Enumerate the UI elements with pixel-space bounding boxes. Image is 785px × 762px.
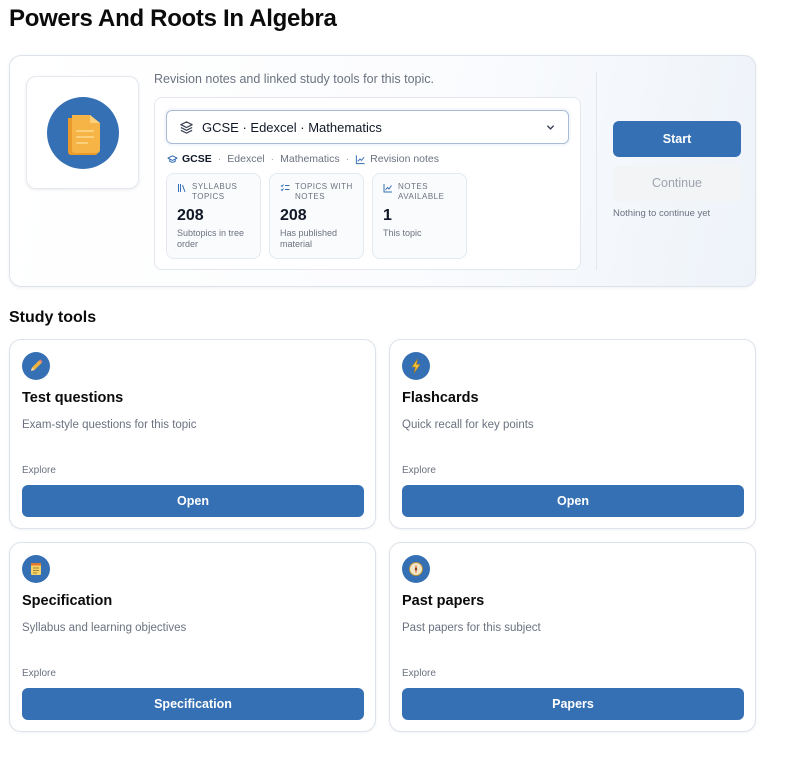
chevron-down-icon bbox=[547, 124, 554, 130]
stat-value: 208 bbox=[177, 207, 204, 224]
stat-subtext: Subtopics in tree order bbox=[177, 228, 245, 249]
breadcrumb-board[interactable]: Edexcel bbox=[227, 153, 264, 165]
pencil-icon bbox=[22, 352, 50, 380]
continue-note: Nothing to continue yet bbox=[613, 208, 711, 219]
tool-description: Exam-style questions for this topic bbox=[22, 419, 197, 431]
breadcrumb-separator: · bbox=[270, 153, 275, 165]
tool-title: Specification bbox=[22, 593, 113, 609]
tool-explore-label: Explore bbox=[402, 465, 436, 476]
layers-icon bbox=[180, 120, 193, 134]
breadcrumb-separator: · bbox=[217, 153, 222, 165]
tool-card-flashcards: Flashcards Quick recall for key points E… bbox=[389, 339, 756, 529]
tool-card-specification: Specification Syllabus and learning obje… bbox=[9, 542, 376, 732]
stat-notes-available: Notes available 1 This topic bbox=[372, 173, 467, 259]
course-filter-panel: GCSE · Edexcel · Mathematics GCSE · Edex… bbox=[154, 97, 581, 270]
tool-card-past-papers: Past papers Past papers for this subject… bbox=[389, 542, 756, 732]
stat-label: Syllabus topics bbox=[192, 182, 238, 201]
tool-explore-label: Explore bbox=[22, 668, 56, 679]
graduation-cap-icon bbox=[167, 154, 178, 163]
stat-subtext: This topic bbox=[383, 228, 422, 238]
tool-title: Flashcards bbox=[402, 390, 479, 406]
stat-label: Notes available bbox=[398, 182, 445, 201]
continue-button[interactable]: Continue bbox=[613, 165, 741, 201]
stat-value: 1 bbox=[383, 207, 392, 224]
start-button[interactable]: Start bbox=[613, 121, 741, 157]
stat-syllabus-topics: Syllabus topics 208 Subtopics in tree or… bbox=[166, 173, 261, 259]
books-icon bbox=[178, 184, 186, 193]
chart-icon bbox=[383, 184, 392, 193]
topic-hero-card: Revision notes and linked study tools fo… bbox=[9, 55, 756, 287]
breadcrumb: GCSE · Edexcel · Mathematics · Revision … bbox=[167, 153, 439, 165]
stat-subtext: Has published material bbox=[280, 228, 338, 249]
vertical-divider bbox=[596, 72, 597, 270]
specification-button[interactable]: Specification bbox=[22, 688, 364, 720]
stat-label: Topics with notes bbox=[295, 182, 353, 201]
tool-title: Test questions bbox=[22, 390, 124, 406]
tool-title: Past papers bbox=[402, 593, 485, 609]
stat-value: 208 bbox=[280, 207, 307, 224]
lightning-icon bbox=[402, 352, 430, 380]
breadcrumb-subject[interactable]: Mathematics bbox=[280, 153, 340, 165]
tool-explore-label: Explore bbox=[402, 668, 436, 679]
compass-icon bbox=[402, 555, 430, 583]
tool-description: Past papers for this subject bbox=[402, 622, 541, 634]
tool-card-test-questions: Test questions Exam-style questions for … bbox=[9, 339, 376, 529]
chart-line-icon bbox=[356, 154, 365, 164]
topic-image bbox=[26, 76, 139, 189]
topic-description: Revision notes and linked study tools fo… bbox=[154, 72, 435, 86]
study-tools-heading: Study tools bbox=[9, 309, 97, 326]
course-select-value: GCSE · Edexcel · Mathematics bbox=[202, 119, 382, 135]
checklist-icon bbox=[280, 184, 290, 192]
tool-description: Quick recall for key points bbox=[402, 419, 534, 431]
course-select[interactable]: GCSE · Edexcel · Mathematics bbox=[166, 110, 569, 144]
breadcrumb-level[interactable]: GCSE bbox=[182, 153, 212, 165]
open-test-questions-button[interactable]: Open bbox=[22, 485, 364, 517]
papers-button[interactable]: Papers bbox=[402, 688, 744, 720]
breadcrumb-separator: · bbox=[345, 153, 350, 165]
open-flashcards-button[interactable]: Open bbox=[402, 485, 744, 517]
page-title: Powers And Roots In Algebra bbox=[9, 5, 337, 32]
stat-topics-with-notes: Topics with notes 208 Has published mate… bbox=[269, 173, 364, 259]
breadcrumb-page: Revision notes bbox=[370, 153, 440, 165]
notepad-icon bbox=[22, 555, 50, 583]
tool-explore-label: Explore bbox=[22, 465, 56, 476]
tool-description: Syllabus and learning objectives bbox=[22, 622, 187, 634]
folder-notes-icon bbox=[46, 96, 119, 169]
